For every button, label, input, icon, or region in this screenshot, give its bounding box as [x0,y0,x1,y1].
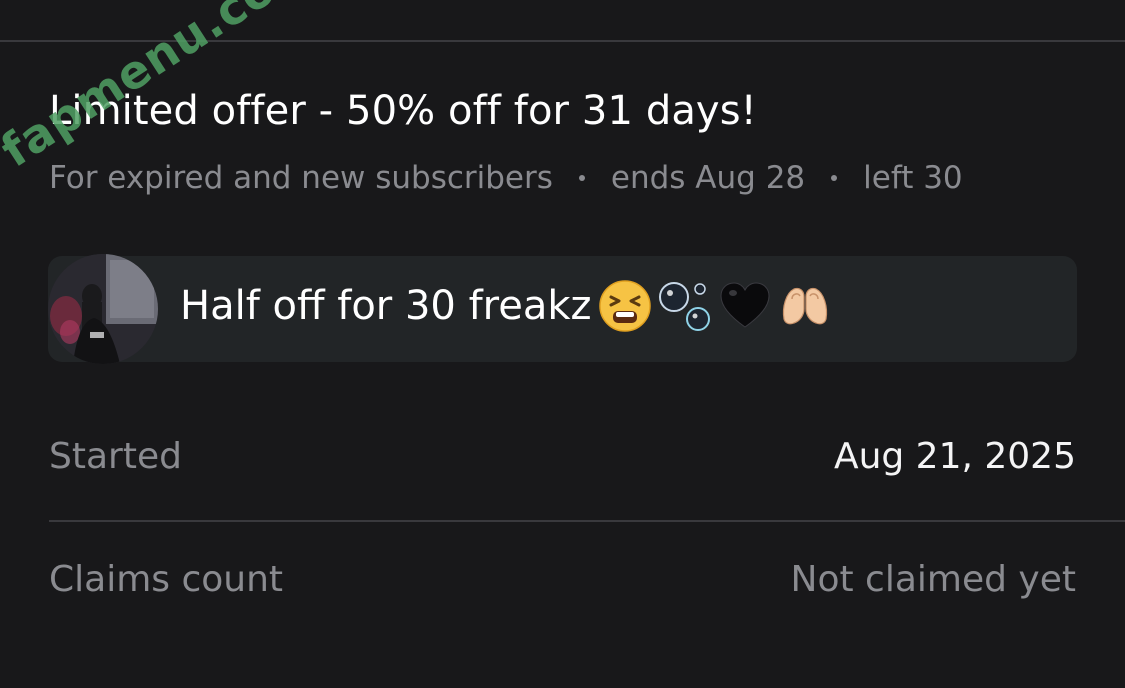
offer-meta-row: For expired and new subscribers ends Aug… [49,160,963,196]
claims-count-value: Not claimed yet [790,559,1076,600]
offer-message-text: Half off for 30 freakz [180,283,592,329]
offer-details-page: Limited offer - 50% off for 31 days! For… [0,0,1125,688]
black-heart-emoji [718,279,772,333]
heart-hands-emoji [778,279,832,333]
offer-title: Limited offer - 50% off for 31 days! [49,88,757,134]
bubbles-emoji [658,279,712,333]
separator-dot [578,175,585,181]
claims-count-label: Claims count [49,559,284,600]
offer-remaining-count: left 30 [863,160,963,196]
started-date: Aug 21, 2025 [833,436,1076,477]
row-divider [49,520,1125,522]
separator-dot [831,175,838,181]
tired-face-emoji [598,279,652,333]
offer-message: Half off for 30 freakz [180,279,832,333]
offer-end-date: ends Aug 28 [610,160,806,196]
offer-audience: For expired and new subscribers [49,160,553,196]
avatar[interactable] [48,254,158,364]
started-label: Started [49,436,182,477]
